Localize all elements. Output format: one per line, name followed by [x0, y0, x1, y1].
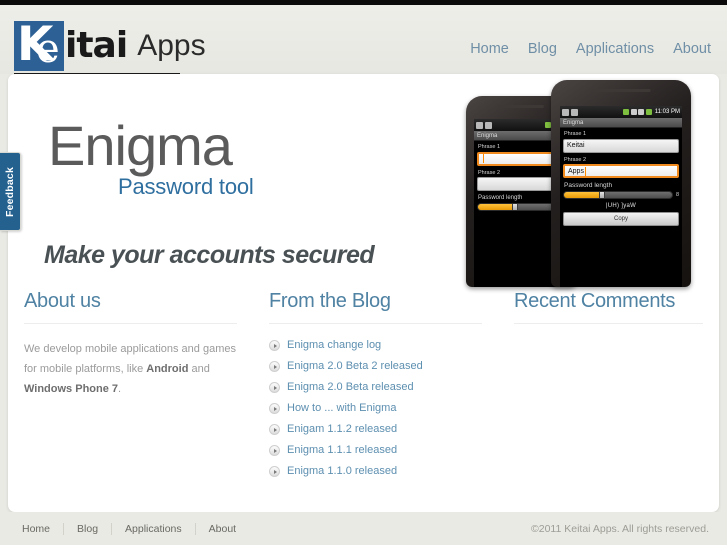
site-logo[interactable]: K e itai Apps [14, 17, 206, 72]
text-caret [584, 166, 586, 176]
phone-mockups: Enigma Phrase 1 Phrase 2 Password length [456, 74, 719, 287]
arrow-bullet-icon [269, 360, 280, 372]
comments-divider [514, 323, 703, 324]
blog-link[interactable]: How to ... with Enigma [287, 402, 396, 414]
nav-item-blog[interactable]: Blog [528, 41, 557, 57]
text-caret [483, 154, 484, 163]
picture-icon [562, 108, 569, 116]
message-icon [484, 121, 492, 129]
blog-link[interactable]: Enigma 2.0 Beta released [287, 381, 414, 393]
logo-text-apps: Apps [137, 29, 206, 62]
wifi-icon [638, 109, 645, 115]
nav-item-about[interactable]: About [673, 41, 711, 57]
about-text-part3: . [118, 383, 122, 395]
phone-front-generated-password: |UH) ]yaW [605, 203, 637, 209]
blog-heading: From the Blog [269, 290, 391, 312]
sync-icon [623, 109, 630, 115]
phone-front-phrase1-input[interactable]: Keitai [563, 138, 679, 153]
message-icon [570, 108, 578, 116]
about-bold-android: Android [146, 363, 189, 375]
footer-nav-applications[interactable]: Applications [112, 523, 195, 535]
feedback-tab[interactable]: Feedback [0, 152, 21, 231]
copyright-text: ©2011 Keitai Apps. All rights reserved. [531, 523, 709, 535]
blog-link[interactable]: Enigam 1.1.2 released [287, 423, 397, 435]
blog-divider [269, 323, 482, 324]
arrow-bullet-icon [269, 339, 280, 351]
about-text: We develop mobile applications and games… [24, 339, 237, 399]
phone-speaker [497, 105, 545, 108]
arrow-bullet-icon [269, 465, 280, 477]
blog-link[interactable]: Enigma change log [287, 339, 381, 351]
phone-speaker [591, 89, 651, 92]
hero-title: Enigma [48, 114, 233, 177]
phone-front-body: Phrase 1 Keitai Phrase 2 Apps Password l… [560, 128, 682, 229]
list-item[interactable]: Enigma change log [269, 339, 482, 351]
list-item[interactable]: How to ... with Enigma [269, 402, 482, 414]
nav-item-applications[interactable]: Applications [576, 41, 654, 57]
phone-front-app-title: Enigma [560, 118, 682, 128]
column-blog: From the Blog Enigma change log Enigma 2… [253, 290, 498, 486]
phone-front-copy-button[interactable]: Copy [563, 212, 679, 226]
feedback-tab-label: Feedback [4, 166, 16, 217]
list-item[interactable]: Enigma 1.1.0 released [269, 465, 482, 477]
column-about: About us We develop mobile applications … [8, 290, 253, 486]
list-item[interactable]: Enigma 1.1.1 released [269, 444, 482, 456]
phone-front-screen: 11:03 PM Enigma Phrase 1 Keitai Phrase 2… [560, 106, 682, 287]
picture-icon [476, 121, 483, 129]
phone-clock: 11:03 PM [654, 109, 680, 115]
logo-text-itai: itai [65, 25, 128, 66]
arrow-bullet-icon [269, 381, 280, 393]
about-bold-wp7: Windows Phone 7 [24, 383, 119, 395]
about-divider [24, 323, 237, 324]
column-comments: Recent Comments [498, 290, 719, 486]
phone-front-phrase2-value: Apps [568, 167, 584, 175]
content-columns: About us We develop mobile applications … [8, 290, 719, 486]
phone-front-slider-row: 8 [563, 191, 679, 199]
about-text-part2: and [188, 363, 210, 375]
phone-front-length-label: Password length [564, 182, 613, 189]
hero-banner: Enigma Password tool Make your accounts … [8, 74, 719, 287]
list-item[interactable]: Enigma 2.0 Beta 2 released [269, 360, 482, 372]
arrow-bullet-icon [269, 444, 280, 456]
site-footer: Home Blog Applications About ©2011 Keita… [0, 512, 727, 545]
blog-link[interactable]: Enigma 2.0 Beta 2 released [287, 360, 423, 372]
arrow-bullet-icon [269, 402, 280, 414]
blog-list: Enigma change log Enigma 2.0 Beta 2 rele… [269, 339, 482, 477]
phone-front-phrase2-input[interactable]: Apps [563, 164, 679, 178]
phone-front-phrase1-value: Keitai [567, 142, 585, 149]
phone-front-statusbar: 11:03 PM [560, 106, 682, 118]
phone-mockup-front: 11:03 PM Enigma Phrase 1 Keitai Phrase 2… [551, 80, 691, 287]
phone-front-length-value: 8 [675, 192, 679, 198]
content-card: Enigma Password tool Make your accounts … [8, 74, 719, 512]
blog-link[interactable]: Enigma 1.1.0 released [287, 465, 397, 477]
comments-heading: Recent Comments [514, 290, 676, 312]
battery-icon [645, 109, 652, 115]
page-root: K e itai Apps Home Blog Applications Abo… [0, 0, 727, 545]
footer-nav-home[interactable]: Home [22, 523, 63, 535]
blog-link[interactable]: Enigma 1.1.1 released [287, 444, 397, 456]
signal-icon [630, 109, 637, 115]
phone-front-length-slider[interactable] [563, 191, 673, 199]
about-heading: About us [24, 290, 101, 312]
site-header: K e itai Apps Home Blog Applications Abo… [0, 5, 727, 75]
nav-item-home[interactable]: Home [470, 41, 509, 57]
main-navigation: Home Blog Applications About [470, 41, 711, 57]
phone-front-phrase2-label: Phrase 2 [564, 156, 587, 163]
arrow-bullet-icon [269, 423, 280, 435]
list-item[interactable]: Enigma 2.0 Beta released [269, 381, 482, 393]
logo-letter-e: e [36, 26, 60, 72]
list-item[interactable]: Enigam 1.1.2 released [269, 423, 482, 435]
hero-tagline: Make your accounts secured [44, 241, 375, 269]
footer-nav-blog[interactable]: Blog [64, 523, 111, 535]
hero-subtitle: Password tool [118, 174, 254, 199]
footer-navigation: Home Blog Applications About [22, 523, 249, 535]
footer-nav-about[interactable]: About [196, 523, 249, 535]
phone-front-phrase1-label: Phrase 1 [564, 131, 587, 137]
logo-mark: K e [14, 17, 64, 72]
